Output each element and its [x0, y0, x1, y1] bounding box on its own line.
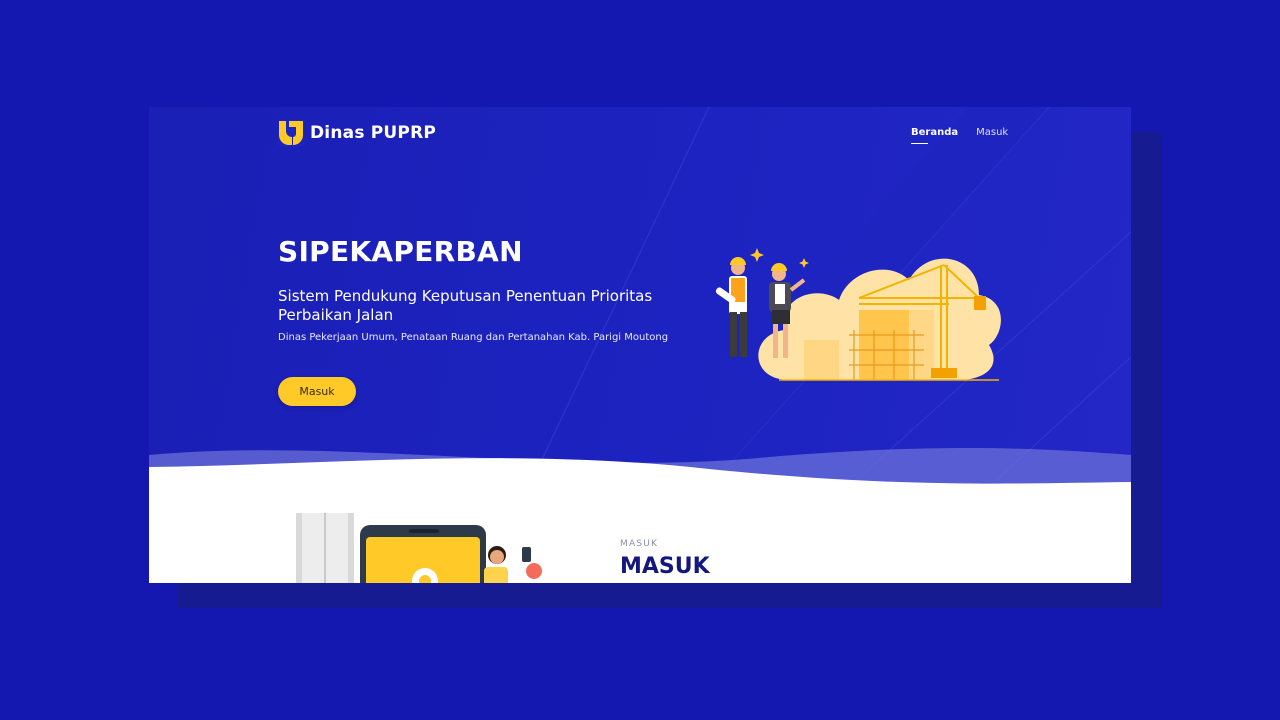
section-kicker: MASUK	[620, 539, 659, 549]
hero-section: Dinas PUPRP Beranda Masuk SIPEKAPERBAN S…	[149, 107, 1131, 487]
website-preview: Dinas PUPRP Beranda Masuk SIPEKAPERBAN S…	[149, 107, 1131, 583]
brand[interactable]: Dinas PUPRP	[278, 120, 436, 146]
brand-name: Dinas PUPRP	[310, 123, 437, 143]
hero-description: Dinas Pekerjaan Umum, Penataan Ruang dan…	[278, 332, 669, 343]
construction-workers-illustration	[715, 248, 1001, 381]
hero-title: SIPEKAPERBAN	[278, 235, 523, 268]
main-nav: Beranda Masuk	[911, 127, 1008, 144]
phone-login-illustration	[296, 513, 542, 583]
section-title: MASUK	[620, 554, 710, 579]
hero-subtitle: Sistem Pendukung Keputusan Penentuan Pri…	[278, 287, 653, 324]
puprp-logo-icon	[278, 120, 304, 146]
masuk-button[interactable]: Masuk	[278, 377, 356, 406]
nav-item-beranda[interactable]: Beranda	[911, 127, 958, 144]
hero-wave	[149, 448, 1131, 497]
nav-item-masuk[interactable]: Masuk	[976, 127, 1008, 144]
